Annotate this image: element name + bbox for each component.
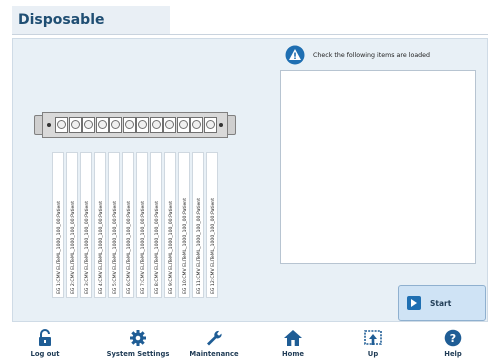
sample-label-column: EG 7:CMV ELITeML_1000_100_00:Patient — [136, 152, 148, 298]
slot-hole — [192, 120, 201, 129]
sample-label-text: EG 8:CMV ELITeML_1000_100_00:Patient — [155, 200, 160, 294]
sample-label-text: EG 3:CMV ELITeML_1000_100_00:Patient — [85, 200, 90, 294]
sample-label-text: EG 7:CMV ELITeML_1000_100_00:Patient — [141, 200, 146, 294]
sample-label-column: EG 5:CMV ELITeML_1000_100_00:Patient — [108, 152, 120, 298]
sample-label-column: EG 2:CMV ELITeML_1000_100_00:Patient — [66, 152, 78, 298]
gear-icon — [130, 330, 146, 346]
rack-slot — [82, 117, 95, 133]
slot-hole — [70, 120, 80, 129]
sample-label-text: EG 6:CMV ELITeML_1000_100_00:Patient — [127, 200, 132, 294]
rack-diagram — [34, 112, 236, 138]
instruction-text: Check the following items are loaded — [313, 52, 431, 59]
help-label: Help — [444, 350, 462, 358]
system-settings-button[interactable]: System Settings — [98, 326, 178, 362]
sample-label-text: EG 11:CMV ELITeML_1000_100_00:Patient — [197, 197, 202, 294]
sample-label-column: EG 4:CMV ELITeML_1000_100_00:Patient — [94, 152, 106, 298]
sample-label-text: EG 1:CMV ELITeML_1000_100_00:Patient — [57, 200, 62, 294]
slot-hole — [57, 120, 66, 129]
rack-slot — [122, 117, 136, 133]
window: Disposable EG 1:CMV ELITeML_1000_100_00:… — [0, 0, 495, 362]
rack-slot — [190, 117, 203, 133]
loaded-items-list[interactable] — [280, 70, 476, 264]
up-button[interactable]: Up — [348, 326, 398, 362]
rack-slot — [55, 117, 68, 133]
sample-label-column: EG 9:CMV ELITeML_1000_100_00:Patient — [164, 152, 176, 298]
warning-icon — [285, 45, 305, 65]
home-label: Home — [281, 350, 305, 358]
logout-label: Log out — [30, 350, 60, 358]
slot-hole — [84, 120, 93, 129]
start-label: Start — [430, 299, 452, 308]
slot-hole — [151, 120, 161, 129]
sample-label-column: EG 1:CMV ELITeML_1000_100_00:Patient — [52, 152, 64, 298]
up-label: Up — [367, 350, 379, 358]
rack-body — [42, 112, 228, 138]
rack-slot — [109, 117, 122, 133]
sample-label-text: EG 10:CMV ELITeML_1000_100_00:Patient — [183, 197, 188, 294]
sample-label-text: EG 4:CMV ELITeML_1000_100_00:Patient — [99, 200, 104, 294]
footer-toolbar: Log out System Settings Maintenance Home… — [12, 326, 488, 362]
header-blank-area — [170, 6, 488, 35]
sample-label-text: EG 9:CMV ELITeML_1000_100_00:Patient — [169, 200, 174, 294]
page-title: Disposable — [18, 12, 105, 28]
rack-slot — [68, 117, 82, 133]
slot-hole — [205, 120, 215, 129]
slot-hole — [97, 120, 107, 129]
rack-slot — [163, 117, 176, 133]
slot-hole — [111, 120, 120, 129]
rack-slot — [176, 117, 190, 133]
rack-slot — [149, 117, 163, 133]
wrench-icon — [207, 330, 222, 346]
slot-hole — [138, 120, 147, 129]
rack-slot — [95, 117, 109, 133]
unlock-icon — [39, 329, 51, 346]
up-icon — [364, 330, 382, 345]
help-button[interactable]: ? Help — [428, 326, 478, 362]
logout-button[interactable]: Log out — [20, 326, 70, 362]
home-icon — [284, 330, 302, 346]
start-button[interactable]: Start — [398, 285, 486, 321]
sample-label-text: EG 5:CMV ELITeML_1000_100_00:Patient — [113, 200, 118, 294]
arrow-right-icon — [407, 296, 421, 310]
title-bar: Disposable — [12, 6, 170, 35]
sample-label-column: EG 12:CMV ELITeML_1000_100_00:Patient — [206, 152, 218, 298]
sample-label-column: EG 10:CMV ELITeML_1000_100_00:Patient — [178, 152, 190, 298]
system-settings-label: System Settings — [106, 350, 170, 358]
sample-label-column: EG 11:CMV ELITeML_1000_100_00:Patient — [192, 152, 204, 298]
home-button[interactable]: Home — [268, 326, 318, 362]
slot-hole — [165, 120, 174, 129]
maintenance-label: Maintenance — [189, 350, 239, 358]
sample-label-column: EG 3:CMV ELITeML_1000_100_00:Patient — [80, 152, 92, 298]
slot-hole — [124, 120, 134, 129]
rack-screw — [47, 123, 51, 127]
sample-label-text: EG 12:CMV ELITeML_1000_100_00:Patient — [211, 197, 216, 294]
svg-text:?: ? — [450, 332, 456, 345]
slot-hole — [178, 120, 188, 129]
rack-screw — [219, 123, 223, 127]
sample-label-column: EG 8:CMV ELITeML_1000_100_00:Patient — [150, 152, 162, 298]
sample-label-text: EG 2:CMV ELITeML_1000_100_00:Patient — [71, 200, 76, 294]
maintenance-button[interactable]: Maintenance — [182, 326, 246, 362]
rack-slot — [136, 117, 149, 133]
sample-label-column: EG 6:CMV ELITeML_1000_100_00:Patient — [122, 152, 134, 298]
rack-slot — [203, 117, 217, 133]
help-icon: ? — [444, 329, 462, 347]
